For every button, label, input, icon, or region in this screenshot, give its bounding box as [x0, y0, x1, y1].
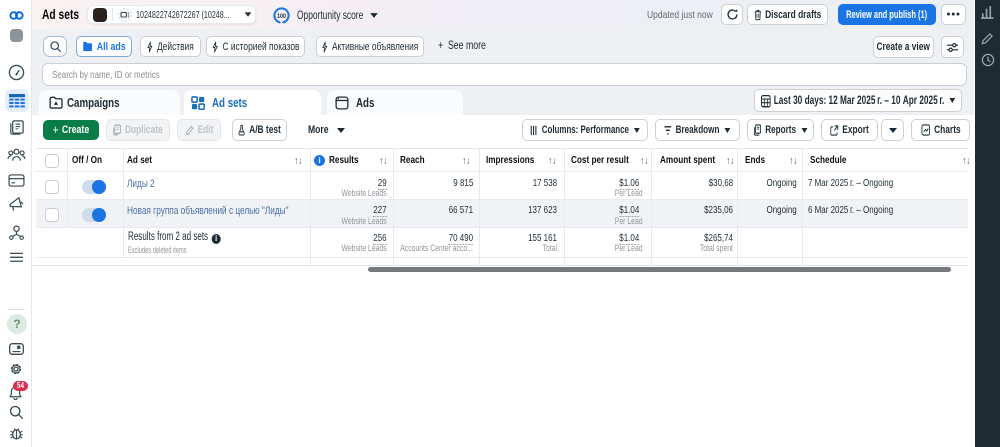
svg-text:100: 100: [277, 13, 286, 20]
